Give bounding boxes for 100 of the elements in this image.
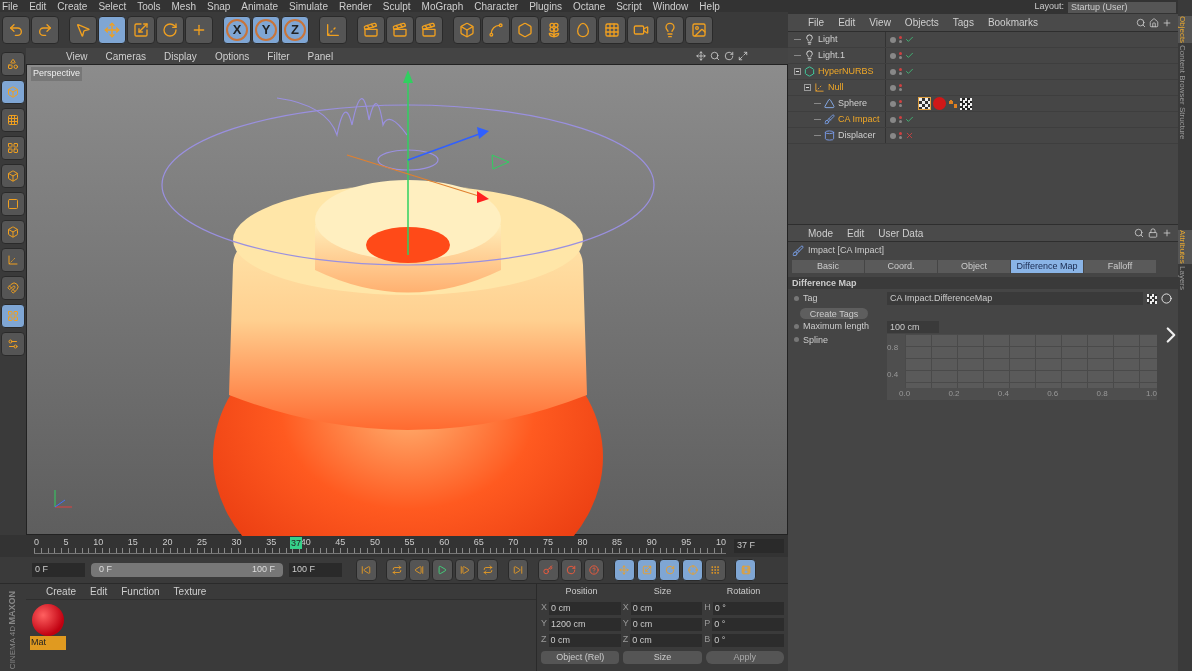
axis-label: B	[704, 633, 711, 647]
object-name[interactable]: Light	[818, 32, 838, 47]
section-header: Difference Map	[788, 277, 1178, 289]
tag-link-field[interactable]: CA Impact.DifferenceMap	[887, 292, 1143, 305]
coordinate-field[interactable]: 0 cm	[549, 601, 621, 615]
tool-button[interactable]: Z	[281, 16, 309, 44]
menu-item[interactable]: Window	[652, 0, 689, 14]
coordinate-field[interactable]: 0 cm	[548, 633, 621, 647]
attribute-tab[interactable]: Object	[938, 260, 1010, 273]
axis-label: Y	[622, 617, 629, 631]
side-tab[interactable]: Structure	[1178, 106, 1192, 140]
object-name[interactable]: Light.1	[818, 48, 846, 63]
menu-item[interactable]: File	[808, 15, 825, 30]
max-length-field[interactable]: 100 cm	[887, 320, 939, 333]
axis-label: H	[704, 601, 711, 615]
menu-item[interactable]: Script	[616, 0, 642, 14]
menu-item[interactable]: Sculpt	[382, 0, 411, 14]
field-label: Tag	[803, 291, 819, 305]
menu-item[interactable]: Plugins	[529, 0, 562, 14]
menu-item[interactable]: Edit	[838, 15, 856, 30]
attribute-tab[interactable]: Coord.	[865, 260, 937, 273]
side-tab[interactable]: Objects	[1178, 16, 1192, 44]
menu-item[interactable]: MoGraph	[421, 0, 464, 14]
attributes-title: Impact [CA Impact]	[808, 244, 885, 258]
axis-tick-label: 0.4	[997, 388, 1009, 400]
viewport[interactable]: Perspective	[26, 64, 788, 535]
menu-item[interactable]: Mesh	[171, 0, 196, 14]
layout-dropdown[interactable]: Startup (User)	[1068, 1, 1176, 13]
frame-tick-label: 55	[404, 537, 415, 548]
side-tab[interactable]: Layers	[1178, 265, 1192, 290]
menu-item[interactable]: Help	[699, 0, 720, 14]
frame-tick-label: 80	[577, 537, 588, 548]
tool-button[interactable]: Y	[252, 16, 280, 44]
object-name[interactable]: Displacer	[838, 128, 876, 143]
menu-item[interactable]: Objects	[904, 15, 939, 30]
menu-item[interactable]: Panel	[307, 48, 334, 64]
frame-tick-label: 60	[439, 537, 450, 548]
axis-tick-label: 0.8	[887, 341, 900, 354]
axis-tick-label: 1.0	[1145, 388, 1157, 400]
menu-item[interactable]: Mode	[808, 225, 833, 241]
menu-item[interactable]: Octane	[572, 0, 606, 14]
attribute-tab[interactable]: Falloff	[1084, 260, 1156, 273]
menu-item[interactable]: Cameras	[105, 48, 147, 64]
size-mode-dropdown[interactable]: Size	[623, 651, 702, 664]
menu-item[interactable]: Function	[121, 584, 160, 599]
menu-item[interactable]: Tools	[137, 0, 161, 14]
menu-item[interactable]: Select	[98, 0, 127, 14]
menu-item[interactable]: Tags	[952, 15, 974, 30]
menu-item[interactable]: Simulate	[289, 0, 328, 14]
menu-item[interactable]: Create	[46, 584, 76, 599]
frame-tick-label: 0	[34, 537, 39, 548]
menu-item[interactable]: Edit	[29, 0, 47, 14]
menu-item[interactable]: Character	[474, 0, 519, 14]
menu-item[interactable]: Animate	[241, 0, 279, 14]
menu-item[interactable]: Edit	[847, 225, 865, 241]
menu-item[interactable]: Options	[214, 48, 250, 64]
menu-item[interactable]: Edit	[90, 584, 108, 599]
menu-item[interactable]: Render	[338, 0, 372, 14]
end-frame-field[interactable]: 100 F	[289, 563, 342, 577]
menu-item[interactable]: Filter	[267, 48, 290, 64]
column-header: Rotation	[725, 585, 762, 599]
menu-item[interactable]: Bookmarks	[987, 15, 1038, 30]
object-name[interactable]: HyperNURBS	[818, 64, 874, 79]
coordinate-mode-dropdown[interactable]: Object (Rel)	[541, 651, 620, 664]
menu-item[interactable]: View	[869, 15, 891, 30]
frame-tick-label: 5	[63, 537, 69, 548]
menu-item[interactable]: Create	[57, 0, 88, 14]
start-frame-field[interactable]: 0 F	[32, 563, 85, 577]
coordinate-field[interactable]: 1200 cm	[549, 617, 621, 631]
frame-tick-label: 70	[508, 537, 519, 548]
object-name[interactable]: Sphere	[838, 96, 868, 111]
coordinate-field[interactable]: 0 °	[712, 633, 784, 647]
column-header: Position	[564, 585, 599, 599]
menu-item[interactable]: File	[2, 0, 19, 14]
menu-item[interactable]: Display	[164, 48, 197, 64]
axis-label: Z	[541, 633, 547, 647]
frame-tick-label: 25	[196, 537, 207, 548]
material-swatch[interactable]: Mat	[30, 604, 66, 650]
side-tab[interactable]: Content Browser	[1178, 45, 1192, 105]
attribute-tab[interactable]: Difference Map	[1011, 260, 1083, 273]
material-name: Mat	[30, 636, 66, 650]
menu-item[interactable]: Snap	[207, 0, 231, 14]
side-tab[interactable]: Attributes	[1178, 230, 1192, 264]
tool-button[interactable]: X	[223, 16, 251, 44]
create-tags-button[interactable]: Create Tags	[800, 308, 868, 319]
menu-item[interactable]: User Data	[878, 225, 924, 241]
coordinate-field[interactable]: 0 cm	[630, 633, 703, 647]
object-name[interactable]: Null	[828, 80, 844, 95]
coordinate-field[interactable]: 0 °	[712, 601, 784, 615]
coordinate-field[interactable]: 0 cm	[630, 617, 703, 631]
attribute-tab[interactable]: Basic	[792, 260, 864, 273]
object-name[interactable]: CA Impact	[838, 112, 880, 127]
current-frame-field[interactable]: 37 F	[734, 539, 784, 553]
menu-item[interactable]: Texture	[173, 584, 207, 599]
coordinate-field[interactable]: 0 °	[712, 617, 784, 631]
axis-label: P	[704, 617, 711, 631]
coordinate-field[interactable]: 0 cm	[630, 601, 703, 615]
menu-item[interactable]: View	[66, 48, 88, 64]
axis-tick-label: 0.6	[1047, 388, 1059, 400]
field-label: Maximum length	[803, 319, 871, 333]
